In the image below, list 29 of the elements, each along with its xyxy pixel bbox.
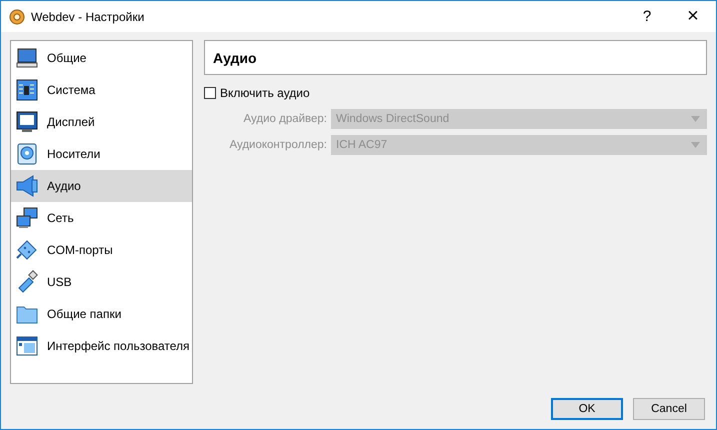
serial-port-icon bbox=[15, 238, 39, 262]
checkbox-label[interactable]: Включить аудио bbox=[220, 86, 310, 100]
chip-icon bbox=[15, 78, 39, 102]
window-icon bbox=[15, 334, 39, 358]
sidebar-item[interactable]: Интерфейс пользователя bbox=[11, 330, 192, 362]
field-label: Аудио драйвер: bbox=[242, 113, 327, 125]
dialog-button[interactable]: OK bbox=[551, 398, 623, 420]
monitor-icon bbox=[15, 46, 39, 70]
help-button[interactable]: ? bbox=[624, 1, 670, 32]
checkbox[interactable] bbox=[204, 87, 216, 99]
sidebar-item[interactable]: Носители bbox=[11, 138, 192, 170]
sidebar-item[interactable]: Общие bbox=[11, 42, 192, 74]
dialog-button[interactable]: Cancel bbox=[633, 398, 705, 420]
speaker-icon bbox=[15, 174, 39, 198]
dropdown-arrow-icon bbox=[691, 142, 700, 148]
close-button[interactable]: × bbox=[670, 1, 716, 32]
dropdown-arrow-icon bbox=[691, 116, 700, 122]
sidebar-item[interactable]: Общие папки bbox=[11, 298, 192, 330]
window-title: Webdev - Настройки bbox=[31, 10, 146, 24]
sidebar-item[interactable]: Дисплей bbox=[11, 106, 192, 138]
sidebar-item[interactable]: Сеть bbox=[11, 202, 192, 234]
network-icon bbox=[15, 206, 39, 230]
sidebar-item[interactable]: Система bbox=[11, 74, 192, 106]
display-icon bbox=[15, 110, 39, 134]
sidebar-item[interactable]: Аудио bbox=[11, 170, 192, 202]
sidebar-item[interactable]: COM-порты bbox=[11, 234, 192, 266]
field-label: Аудиоконтроллер: bbox=[228, 139, 327, 151]
sidebar-item[interactable]: USB bbox=[11, 266, 192, 298]
page-title: Аудио bbox=[204, 40, 707, 75]
